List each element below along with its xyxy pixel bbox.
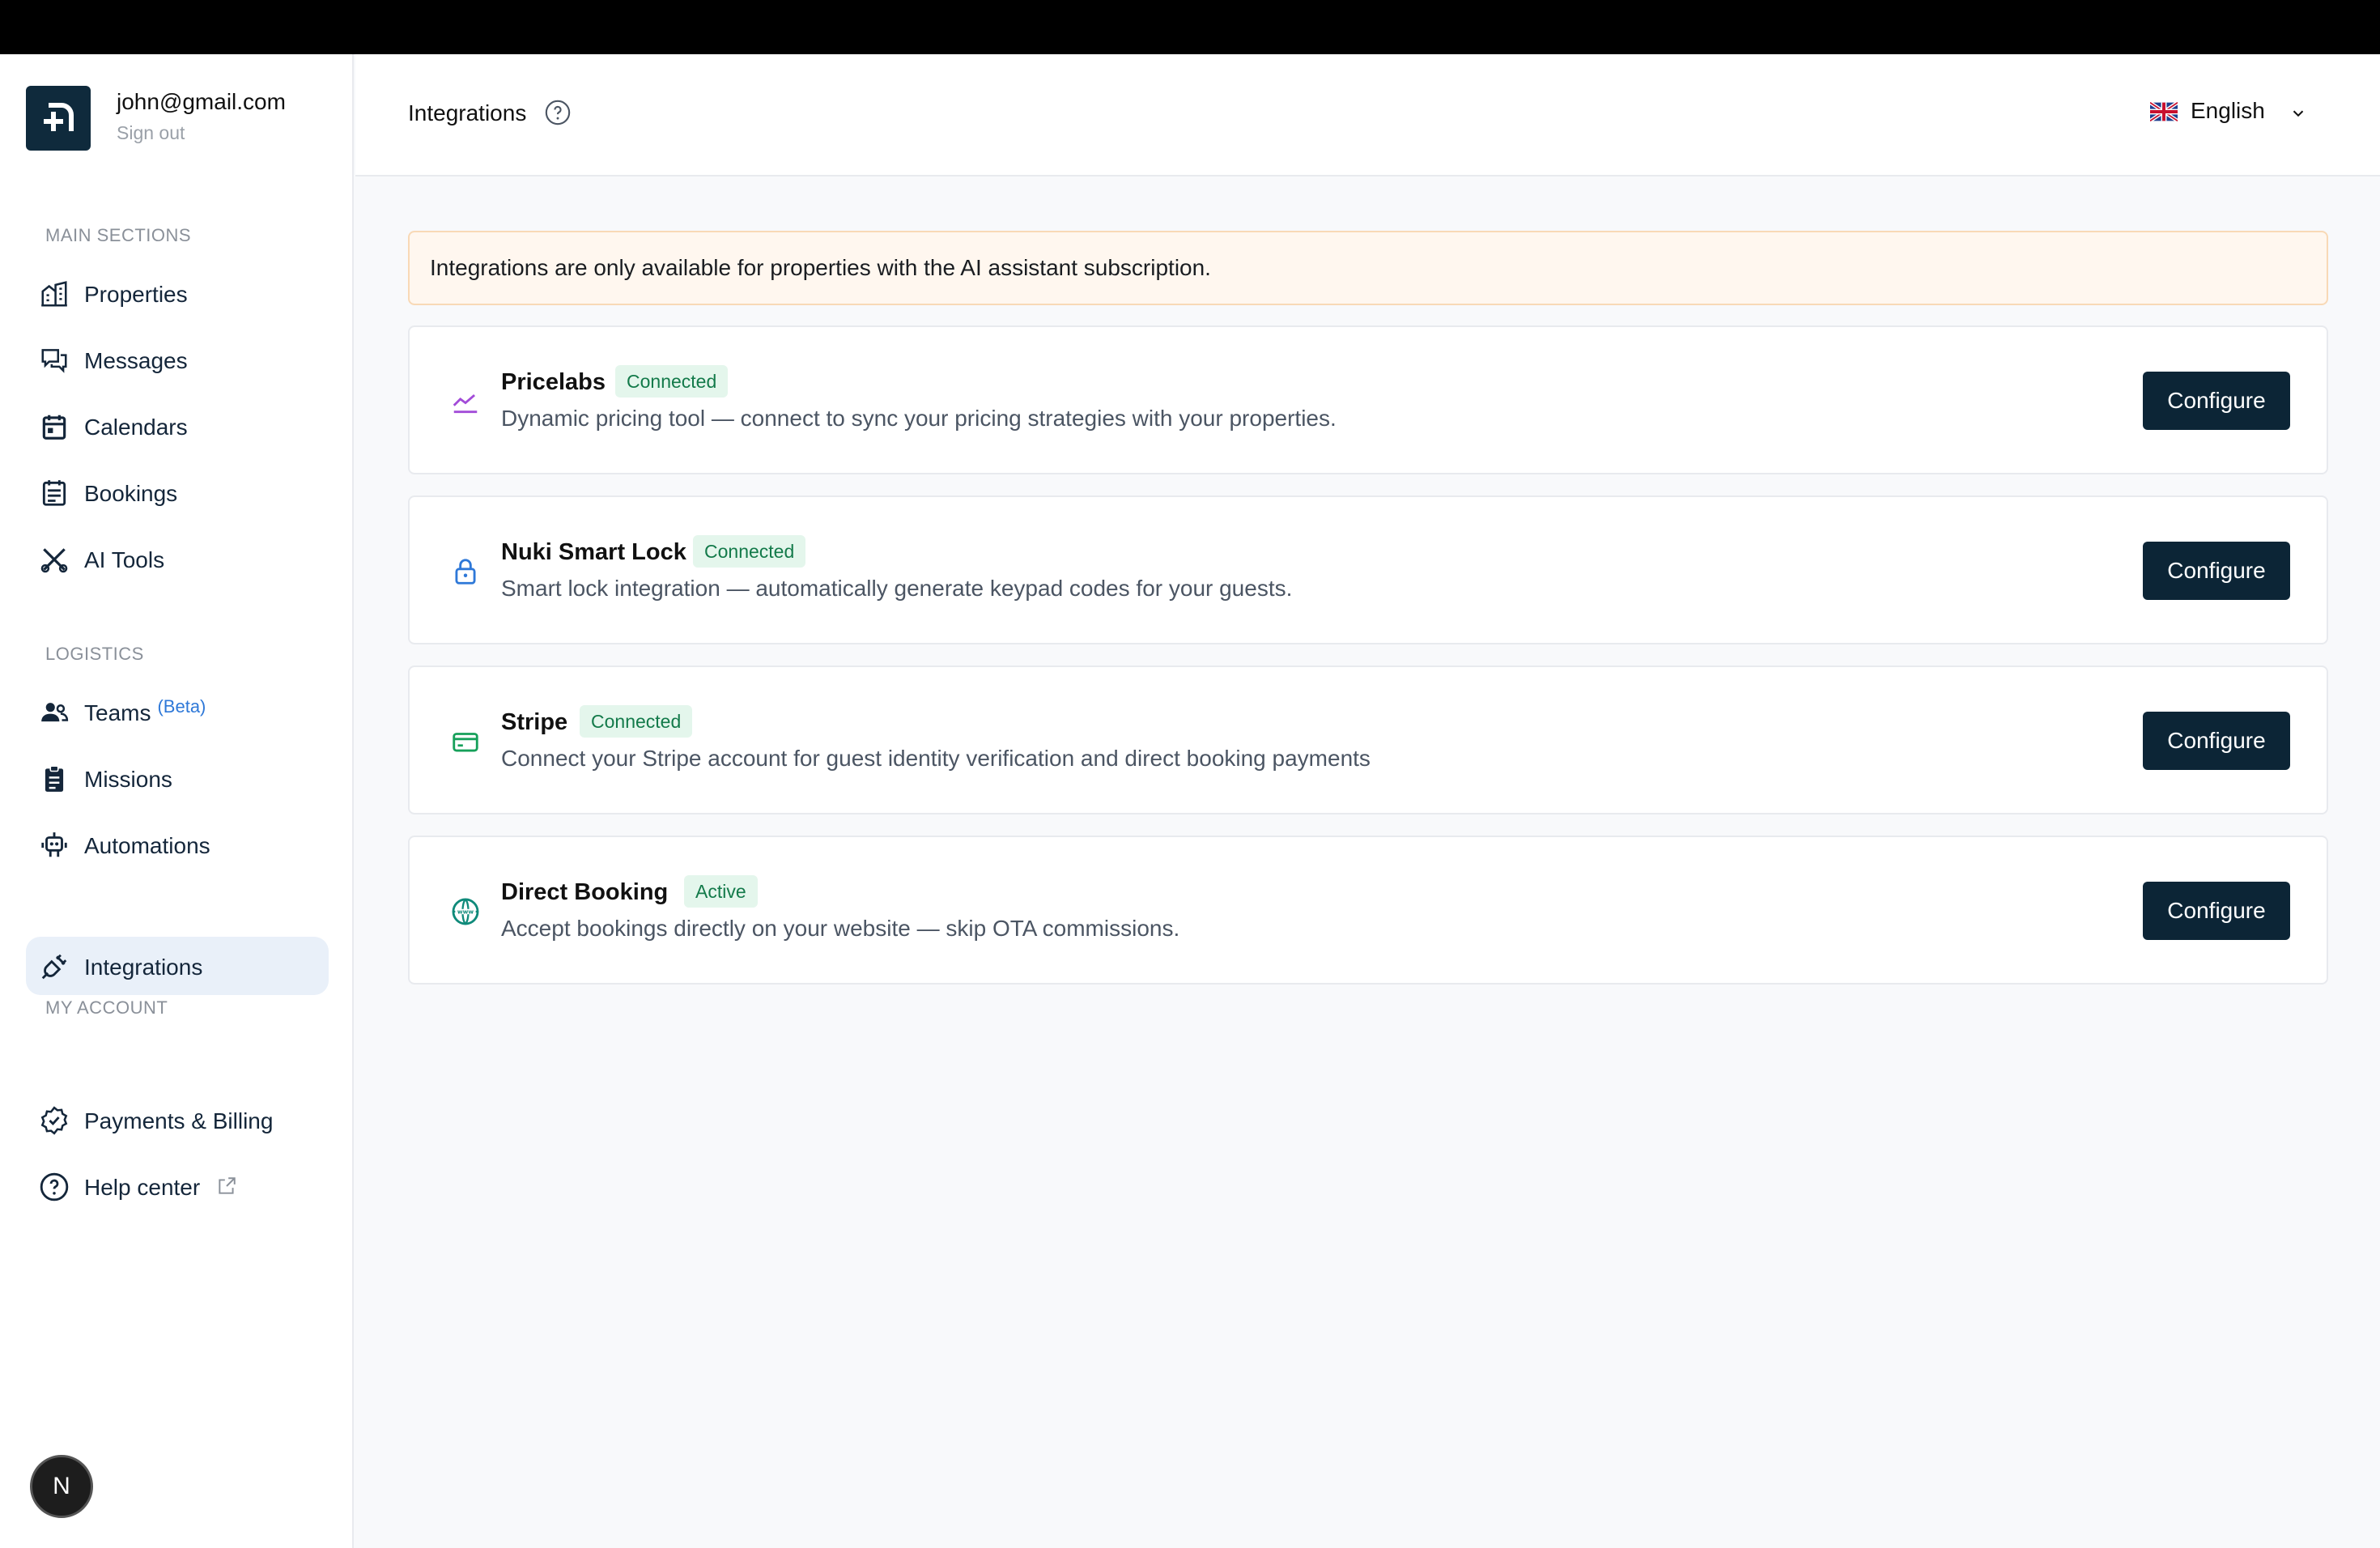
integration-card-pricelabs: Pricelabs Connected Dynamic pricing tool… [408, 325, 2328, 474]
help-center-label: Help center [84, 1175, 201, 1200]
sidebar-item-label: Automations [84, 833, 210, 858]
tools-icon [40, 548, 68, 573]
app-logo[interactable] [26, 86, 91, 151]
sidebar-item-label: AI Tools [84, 547, 165, 572]
chart-line-icon [453, 394, 478, 414]
sidebar-item-teams[interactable]: Teams (Beta) [26, 683, 329, 741]
users-icon [41, 703, 69, 722]
sidebar-item-properties[interactable]: Properties [26, 264, 329, 322]
main-content: Integrations English Integrations are on… [355, 54, 2380, 1548]
sign-out-link[interactable]: Sign out [117, 122, 185, 144]
sidebar-item-integrations[interactable]: Integrations [26, 937, 329, 995]
building-icon [41, 281, 67, 307]
sidebar-item-ai-tools[interactable]: AI Tools [26, 529, 329, 588]
badge-check-icon [40, 1106, 68, 1135]
status-badge: Connected [693, 535, 806, 568]
sidebar-item-label: Integrations [84, 955, 203, 980]
sidebar-item-label: Bookings [84, 481, 178, 506]
integration-card-nuki: Nuki Smart Lock Connected Smart lock int… [408, 495, 2328, 644]
sidebar: john@gmail.com Sign out MAIN SECTIONS Pr… [0, 54, 354, 1548]
sidebar-item-label: Missions [84, 767, 172, 792]
configure-button[interactable]: Configure [2143, 372, 2290, 430]
sidebar-item-calendars[interactable]: Calendars [26, 397, 329, 455]
user-email: john@gmail.com [117, 89, 286, 114]
help-icon[interactable] [544, 99, 572, 126]
language-selector[interactable]: English [2150, 95, 2312, 130]
sidebar-item-label: Payments & Billing [84, 1108, 274, 1133]
section-title-logistics: LOGISTICS [45, 644, 144, 664]
sidebar-item-missions[interactable]: Missions [26, 749, 329, 807]
notice-text: Integrations are only available for prop… [430, 255, 1211, 280]
integration-name: Pricelabs [501, 369, 606, 395]
robot-icon [41, 832, 67, 857]
integration-name: Direct Booking [501, 879, 669, 905]
sidebar-item-label: Properties [84, 282, 188, 307]
sidebar-item-messages[interactable]: Messages [26, 330, 329, 389]
integration-card-direct-booking: www Direct Booking Active Accept booking… [408, 836, 2328, 985]
integration-description: Dynamic pricing tool — connect to sync y… [501, 406, 1337, 431]
integration-description: Smart lock integration — automatically g… [501, 576, 1293, 601]
integration-name: Nuki Smart Lock [501, 539, 686, 565]
integration-name: Stripe [501, 709, 568, 735]
list-icon [42, 480, 66, 506]
section-title-account: MY ACCOUNT [45, 997, 168, 1018]
section-title-main: MAIN SECTIONS [45, 225, 192, 245]
subscription-notice: Integrations are only available for prop… [408, 231, 2328, 305]
configure-button[interactable]: Configure [2143, 712, 2290, 770]
dev-tools-badge[interactable]: N [30, 1455, 93, 1518]
integration-card-stripe: Stripe Connected Connect your Stripe acc… [408, 666, 2328, 814]
sidebar-item-label: Teams (Beta) [84, 696, 206, 726]
logo-icon [44, 103, 74, 131]
globe-www-icon: www [452, 898, 479, 925]
sidebar-item-automations[interactable]: Automations [26, 815, 329, 874]
browser-top-bar [0, 0, 2380, 54]
integration-description: Connect your Stripe account for guest id… [501, 746, 1371, 771]
credit-card-icon [453, 733, 478, 752]
status-badge: Connected [580, 705, 693, 738]
sidebar-item-label: Help center [84, 1175, 237, 1201]
status-badge: Active [684, 875, 758, 908]
language-label: English [2191, 98, 2265, 123]
configure-button[interactable]: Configure [2143, 882, 2290, 940]
external-link-icon [219, 1176, 236, 1194]
beta-badge: (Beta) [157, 696, 206, 717]
uk-flag-icon [2150, 102, 2178, 121]
status-badge: Connected [615, 365, 729, 398]
chevron-down-icon [2293, 110, 2304, 117]
sidebar-item-bookings[interactable]: Bookings [26, 463, 329, 521]
sidebar-item-label: Calendars [84, 415, 188, 440]
help-circle-icon [40, 1172, 69, 1201]
page-header: Integrations English [355, 54, 2380, 176]
sidebar-item-help-center[interactable]: Help center [26, 1157, 329, 1215]
configure-button[interactable]: Configure [2143, 542, 2290, 600]
plug-icon [41, 954, 67, 980]
calendar-icon [42, 415, 66, 440]
teams-label: Teams [84, 700, 151, 725]
lock-icon [455, 559, 476, 585]
sidebar-item-label: Messages [84, 348, 188, 373]
sidebar-item-payments[interactable]: Payments & Billing [26, 1091, 329, 1149]
clipboard-icon [45, 765, 64, 792]
chat-icon [41, 349, 67, 373]
integration-description: Accept bookings directly on your website… [501, 916, 1180, 941]
svg-text:www: www [457, 908, 474, 916]
page-title: Integrations [408, 100, 527, 125]
